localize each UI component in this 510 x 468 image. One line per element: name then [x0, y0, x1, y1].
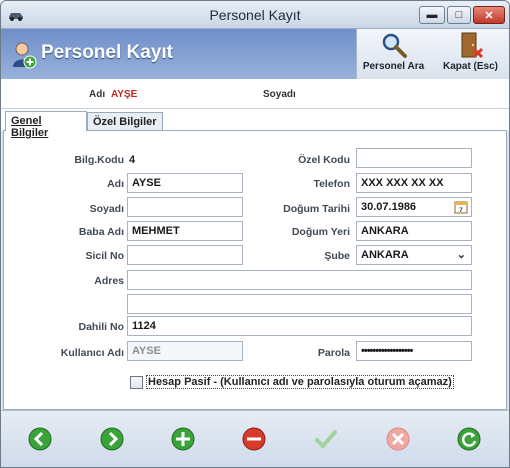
hesap-pasif-label[interactable]: Hesap Pasif - (Kullanıcı adı ve parolası…: [146, 375, 454, 389]
dogum-yeri-label: Doğum Yeri: [291, 226, 350, 238]
form-header: Personel Kayıt Personel Ara Kapat (Esc): [1, 29, 509, 79]
ozel-kodu-label: Özel Kodu: [298, 154, 350, 166]
info-surname-label: Soyadı: [263, 89, 296, 100]
exit-door-icon: [461, 32, 483, 59]
check-icon[interactable]: [314, 427, 338, 451]
soyadi-input[interactable]: [127, 197, 243, 217]
adres-line1-input[interactable]: [127, 270, 472, 290]
kapat-button[interactable]: Kapat (Esc): [433, 31, 508, 72]
baba-adi-label: Baba Adı: [78, 226, 124, 238]
telefon-label: Telefon: [313, 178, 350, 190]
minimize-icon: ▬: [426, 9, 438, 21]
cross-icon[interactable]: [386, 427, 410, 451]
close-icon: ✕: [484, 9, 494, 22]
arrow-left-icon[interactable]: [28, 427, 52, 451]
dahili-no-label: Dahili No: [78, 321, 124, 333]
adres-line2-input[interactable]: [127, 294, 472, 314]
telefon-input[interactable]: XXX XXX XX XX: [356, 173, 472, 193]
chevron-down-icon[interactable]: ⌄: [457, 248, 466, 261]
refresh-icon[interactable]: [457, 427, 481, 451]
adi-input[interactable]: AYSE: [127, 173, 243, 193]
maximize-button[interactable]: □: [447, 6, 471, 24]
parola-label: Parola: [317, 347, 350, 359]
tab-genel-bilgiler-label: Genel Bilgiler: [11, 115, 49, 139]
kapat-label: Kapat (Esc): [442, 61, 498, 72]
calendar-icon[interactable]: 7: [454, 200, 468, 214]
tab-ozel-bilgiler[interactable]: Özel Bilgiler: [87, 112, 163, 131]
header-toolbar: Personel Ara Kapat (Esc): [356, 29, 509, 79]
minus-icon[interactable]: [242, 427, 266, 451]
sube-value: ANKARA: [361, 249, 409, 261]
info-bar: Adı AYŞE Soyadı: [1, 79, 509, 109]
navigation-bar: [1, 410, 509, 467]
parola-input[interactable]: ••••••••••••••••••: [356, 341, 472, 361]
close-window-button[interactable]: ✕: [473, 6, 505, 24]
info-name-label: Adı: [89, 89, 106, 100]
arrow-right-icon[interactable]: [100, 427, 124, 451]
adi-label: Adı: [107, 178, 124, 190]
tab-ozel-bilgiler-label: Özel Bilgiler: [93, 116, 157, 128]
dogum-yeri-input[interactable]: ANKARA: [356, 221, 472, 241]
sicil-no-label: Sicil No: [85, 250, 124, 262]
personel-kayit-window: Personel Kayıt ▬ □ ✕ Personel Kayıt Pers…: [0, 0, 510, 468]
kullanici-adi-input[interactable]: AYSE: [127, 341, 243, 361]
sube-select[interactable]: ANKARA ⌄: [356, 245, 472, 265]
bilg-kodu-label: Bilg.Kodu: [74, 154, 124, 166]
maximize-icon: □: [455, 9, 463, 21]
genel-bilgiler-panel: Bilg.Kodu 4 Adı AYSE Soyadı Baba Adı MEH…: [3, 130, 507, 410]
title-bar: Personel Kayıt ▬ □ ✕: [1, 1, 509, 29]
personel-ara-label: Personel Ara: [362, 61, 425, 72]
tab-strip: Genel Bilgiler Özel Bilgiler: [1, 109, 509, 139]
kullanici-adi-label: Kullanıcı Adı: [60, 347, 124, 359]
soyadi-label: Soyadı: [89, 203, 124, 215]
dogum-tarihi-value: 30.07.1986: [361, 201, 417, 213]
sube-label: Şube: [324, 250, 350, 262]
dahili-no-input[interactable]: 1124: [127, 316, 472, 336]
hesap-pasif-checkbox[interactable]: [130, 376, 143, 389]
dogum-tarihi-input[interactable]: 30.07.1986 7: [356, 197, 472, 217]
minimize-button[interactable]: ▬: [419, 6, 445, 24]
plus-icon[interactable]: [171, 427, 195, 451]
bilg-kodu-value: 4: [129, 154, 136, 166]
info-name-value: AYŞE: [111, 89, 138, 100]
user-add-icon: [13, 42, 37, 69]
ozel-kodu-input[interactable]: [356, 148, 472, 168]
personel-ara-button[interactable]: Personel Ara: [357, 31, 430, 72]
header-title: Personel Kayıt: [41, 42, 173, 63]
tab-genel-bilgiler[interactable]: Genel Bilgiler: [5, 111, 87, 139]
dogum-tarihi-label: Doğum Tarihi: [283, 203, 350, 215]
search-icon: [382, 33, 407, 58]
baba-adi-input[interactable]: MEHMET: [127, 221, 243, 241]
adres-label: Adres: [94, 275, 124, 287]
sicil-no-input[interactable]: [127, 245, 243, 265]
